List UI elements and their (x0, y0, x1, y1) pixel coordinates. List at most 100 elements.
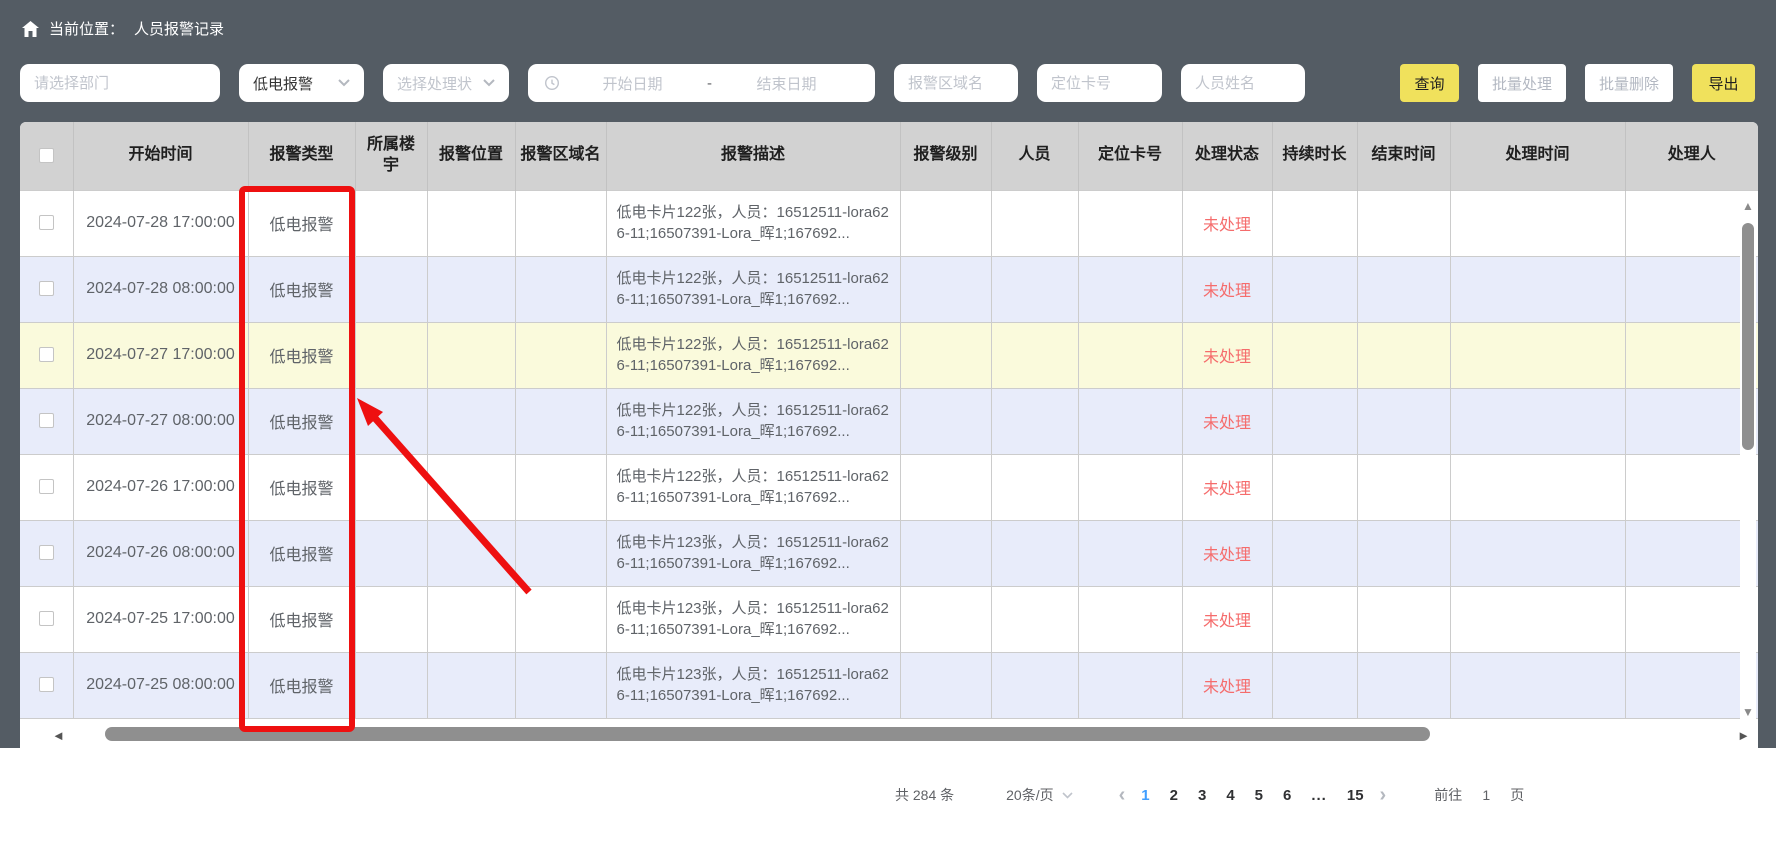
next-page-button[interactable]: › (1374, 784, 1393, 807)
page-number[interactable]: 3 (1188, 787, 1216, 804)
cell-checkbox (20, 388, 73, 454)
cell-duration (1272, 256, 1357, 322)
cell-level (900, 388, 991, 454)
page-number[interactable]: 1 (1131, 787, 1159, 804)
page-size-select[interactable]: 20条/页 (1006, 785, 1072, 805)
cell-building (355, 652, 427, 718)
column-header: 处理时间 (1450, 122, 1625, 190)
cell-duration (1272, 388, 1357, 454)
row-checkbox[interactable] (39, 215, 54, 230)
cell-end-time (1357, 586, 1450, 652)
vertical-scroll-thumb[interactable] (1742, 223, 1754, 450)
cell-end-time (1357, 520, 1450, 586)
total-count: 共 284 条 (895, 785, 954, 805)
row-checkbox[interactable] (39, 611, 54, 626)
cell-location (427, 586, 515, 652)
cell-person (991, 454, 1078, 520)
page-ellipsis[interactable]: ... (1301, 787, 1337, 804)
page-number[interactable]: 6 (1273, 787, 1301, 804)
filter-bar: 低电报警 选择处理状 开始日期 - 结束日期 查询 批量处理 批量删除 导出 (0, 64, 1776, 102)
select-all-checkbox[interactable] (39, 148, 54, 163)
page-size-value: 20条/页 (1006, 785, 1053, 805)
cell-person (991, 586, 1078, 652)
alarm-table: 开始时间报警类型所属楼宇报警位置报警区域名报警描述报警级别人员定位卡号处理状态持… (20, 122, 1758, 720)
cell-level (900, 586, 991, 652)
cell-level (900, 256, 991, 322)
row-checkbox[interactable] (39, 413, 54, 428)
page-number[interactable]: 5 (1245, 787, 1273, 804)
table-row: 2024-07-28 17:00:00低电报警低电卡片122张，人员：16512… (20, 190, 1758, 256)
cell-duration (1272, 454, 1357, 520)
date-range-picker[interactable]: 开始日期 - 结束日期 (528, 64, 875, 102)
department-input[interactable] (20, 64, 220, 102)
cell-process-time (1450, 388, 1625, 454)
table-row: 2024-07-27 17:00:00低电报警低电卡片122张，人员：16512… (20, 322, 1758, 388)
cell-area (515, 586, 606, 652)
batch-delete-button[interactable]: 批量删除 (1585, 64, 1673, 102)
cell-description: 低电卡片123张，人员：16512511-lora626-11;16507391… (606, 520, 900, 586)
cell-alarm-type: 低电报警 (248, 520, 355, 586)
cell-processor (1625, 520, 1758, 586)
cell-card (1078, 520, 1182, 586)
card-number-input[interactable] (1037, 64, 1162, 102)
horizontal-scrollbar[interactable]: ◄ ► (20, 720, 1758, 748)
cell-card (1078, 322, 1182, 388)
cell-duration (1272, 190, 1357, 256)
cell-area (515, 652, 606, 718)
cell-processor (1625, 190, 1758, 256)
export-button[interactable]: 导出 (1692, 64, 1755, 102)
cell-status: 未处理 (1182, 322, 1272, 388)
row-checkbox[interactable] (39, 347, 54, 362)
alarm-type-value: 低电报警 (253, 73, 313, 94)
goto-page-input[interactable] (1471, 787, 1501, 803)
column-header: 报警区域名 (515, 122, 606, 190)
cell-description: 低电卡片123张，人员：16512511-lora626-11;16507391… (606, 586, 900, 652)
chevron-down-icon (338, 79, 350, 87)
column-header: 报警级别 (900, 122, 991, 190)
horizontal-scroll-thumb[interactable] (105, 727, 1430, 741)
cell-status: 未处理 (1182, 586, 1272, 652)
chevron-down-icon (1062, 792, 1073, 799)
table-row: 2024-07-27 08:00:00低电报警低电卡片122张，人员：16512… (20, 388, 1758, 454)
cell-process-time (1450, 586, 1625, 652)
cell-building (355, 190, 427, 256)
page-number[interactable]: 15 (1337, 787, 1374, 804)
home-icon (22, 21, 39, 37)
breadcrumb: 当前位置： 人员报警记录 (22, 18, 224, 39)
column-header: 处理状态 (1182, 122, 1272, 190)
column-header: 开始时间 (73, 122, 248, 190)
cell-start-time: 2024-07-25 17:00:00 (73, 586, 248, 652)
cell-duration (1272, 520, 1357, 586)
page-number[interactable]: 4 (1216, 787, 1244, 804)
row-checkbox[interactable] (39, 545, 54, 560)
cell-card (1078, 454, 1182, 520)
cell-checkbox (20, 520, 73, 586)
row-checkbox[interactable] (39, 677, 54, 692)
alarm-type-select[interactable]: 低电报警 (239, 64, 364, 102)
row-checkbox[interactable] (39, 281, 54, 296)
alarm-area-input[interactable] (894, 64, 1018, 102)
scroll-right-icon[interactable]: ► (1737, 728, 1750, 743)
cell-description: 低电卡片122张，人员：16512511-lora626-11;16507391… (606, 454, 900, 520)
status-select[interactable]: 选择处理状 (383, 64, 509, 102)
scroll-left-icon[interactable]: ◄ (52, 728, 65, 743)
cell-location (427, 454, 515, 520)
vertical-scrollbar[interactable]: ▲ ▼ (1740, 192, 1756, 720)
table-row: 2024-07-25 17:00:00低电报警低电卡片123张，人员：16512… (20, 586, 1758, 652)
batch-process-button[interactable]: 批量处理 (1478, 64, 1566, 102)
cell-process-time (1450, 454, 1625, 520)
query-button[interactable]: 查询 (1400, 64, 1459, 102)
cell-location (427, 388, 515, 454)
row-checkbox[interactable] (39, 479, 54, 494)
scroll-down-icon[interactable]: ▼ (1740, 706, 1756, 718)
person-name-input[interactable] (1181, 64, 1305, 102)
prev-page-button[interactable]: ‹ (1113, 784, 1132, 807)
cell-description: 低电卡片123张，人员：16512511-lora626-11;16507391… (606, 652, 900, 718)
cell-start-time: 2024-07-26 08:00:00 (73, 520, 248, 586)
cell-person (991, 256, 1078, 322)
table-body: 2024-07-28 17:00:00低电报警低电卡片122张，人员：16512… (20, 190, 1758, 718)
date-separator: - (705, 75, 714, 92)
column-header: 报警类型 (248, 122, 355, 190)
scroll-up-icon[interactable]: ▲ (1740, 200, 1756, 212)
page-number[interactable]: 2 (1160, 787, 1188, 804)
